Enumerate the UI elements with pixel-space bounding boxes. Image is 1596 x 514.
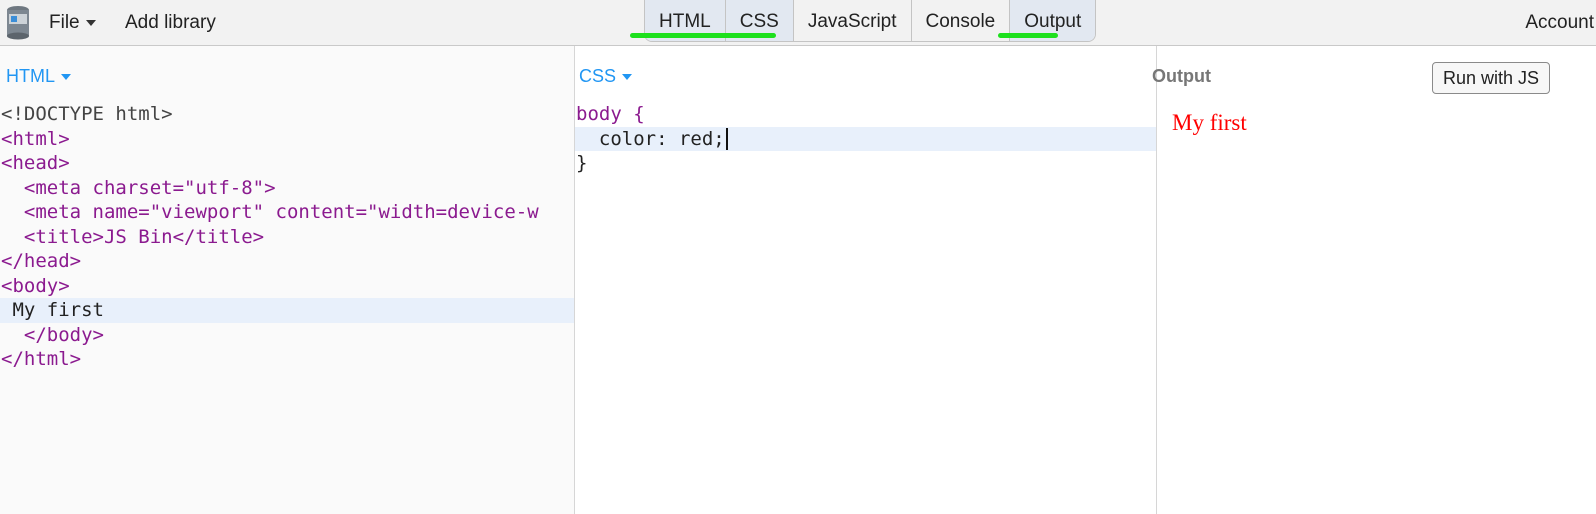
add-library-button[interactable]: Add library [125, 0, 216, 45]
chevron-down-icon [622, 74, 633, 81]
html-panel-label-text: HTML [6, 66, 55, 86]
active-tab-underline [998, 33, 1058, 38]
code-line: <meta name="viewport" content="width=dev… [1, 201, 539, 223]
css-editor-panel[interactable]: CSS body { color: red; } [575, 46, 1157, 514]
code-line: </head> [1, 250, 82, 272]
rendered-output-text: My first [1172, 110, 1247, 135]
css-code[interactable]: body { color: red; } [575, 102, 1156, 176]
html-editor-panel[interactable]: HTML <!DOCTYPE html> <html> <head> <meta… [0, 46, 575, 514]
code-line: My first [0, 298, 574, 323]
css-panel-label-text: CSS [579, 66, 617, 86]
code-line: <title>JS Bin</title> [1, 225, 265, 248]
code-line: body { [576, 103, 645, 125]
output-panel-label: Output [1152, 66, 1211, 86]
tab-console[interactable]: Console [912, 0, 1011, 41]
toolbar: File Add library HTML CSS JavaScript Con… [0, 0, 1596, 46]
code-line: <meta charset="utf-8"> [1, 176, 276, 199]
tab-javascript[interactable]: JavaScript [794, 0, 912, 41]
code-line: <html> [1, 127, 70, 150]
html-code[interactable]: <!DOCTYPE html> <html> <head> <meta char… [0, 102, 574, 372]
code-line: color: red; [575, 126, 1156, 151]
active-tab-underline [630, 33, 776, 38]
run-with-js-button[interactable]: Run with JS [1431, 62, 1550, 94]
code-line: <!DOCTYPE html> [1, 103, 173, 125]
jsbin-logo-icon[interactable] [5, 4, 31, 40]
output-panel: Output Run with JS My first [1152, 46, 1596, 514]
text-cursor [725, 128, 728, 150]
code-line: </html> [1, 348, 82, 370]
code-line: <head> [1, 152, 70, 174]
chevron-down-icon [85, 19, 96, 26]
file-menu[interactable]: File [49, 0, 96, 45]
code-line: <body> [1, 274, 70, 297]
account-menu[interactable]: Account [1525, 0, 1594, 45]
css-panel-label[interactable]: CSS [579, 66, 633, 87]
html-panel-label[interactable]: HTML [6, 66, 71, 87]
code-line: } [576, 152, 588, 174]
code-line: </body> [1, 323, 104, 346]
chevron-down-icon [61, 74, 71, 81]
file-menu-label: File [49, 12, 80, 33]
